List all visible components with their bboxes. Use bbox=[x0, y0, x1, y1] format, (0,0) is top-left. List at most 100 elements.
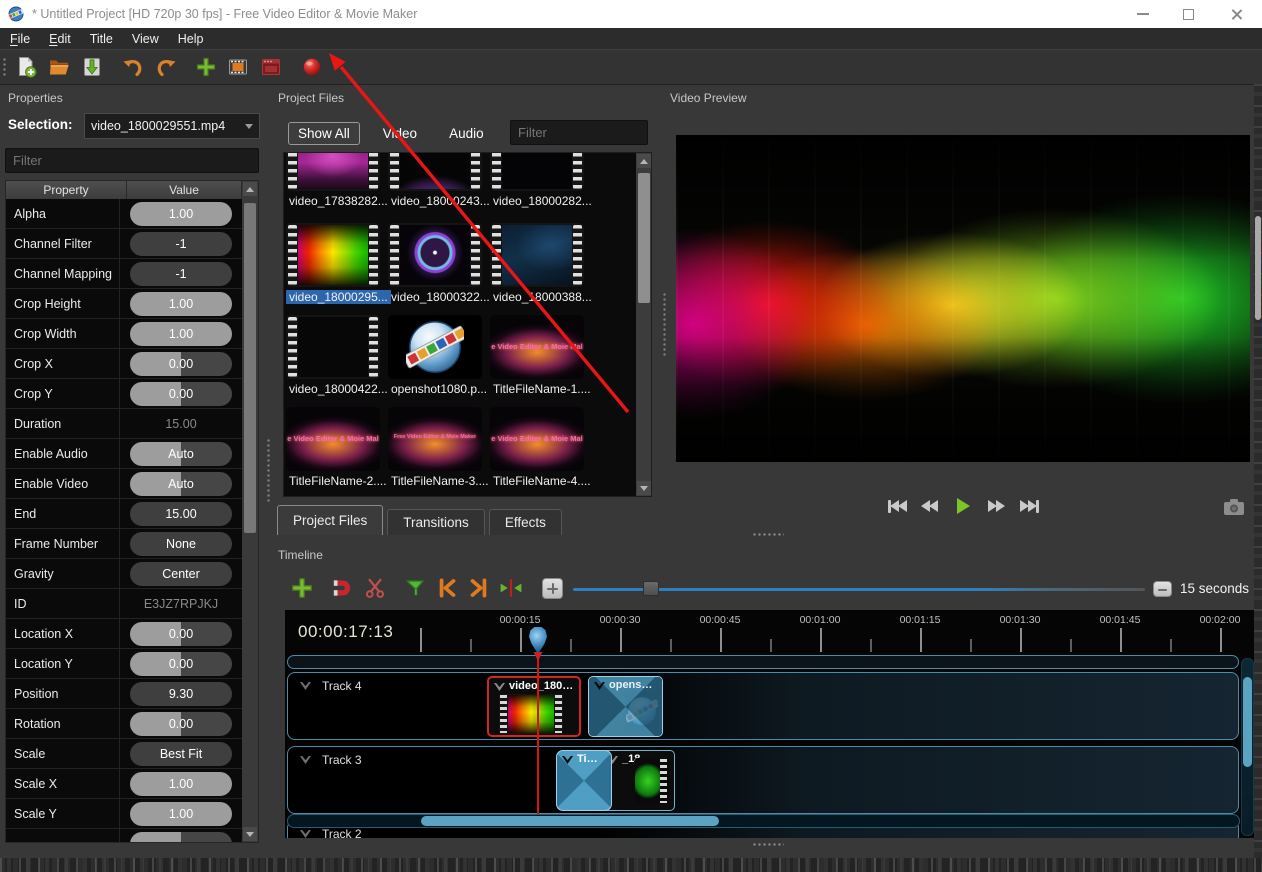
filter-video-button[interactable]: Video bbox=[374, 123, 426, 144]
property-value-pill[interactable]: 0.00 bbox=[130, 622, 232, 646]
property-value-cell[interactable]: 0.00 bbox=[120, 349, 242, 378]
zoom-out-button[interactable] bbox=[1153, 581, 1172, 597]
export-video-button[interactable] bbox=[258, 54, 284, 80]
property-value-cell[interactable]: 0.00 bbox=[120, 709, 242, 738]
property-value-cell[interactable]: 1.00 bbox=[120, 199, 242, 228]
selection-dropdown[interactable]: video_1800029551.mp4 bbox=[84, 113, 260, 139]
file-item[interactable]: video_18000422... bbox=[286, 315, 382, 396]
file-item[interactable]: Free Video Editor & Moie MakerTitleFileN… bbox=[388, 407, 484, 488]
column-header-property[interactable]: Property bbox=[6, 181, 127, 199]
clip-opens[interactable]: opens… bbox=[588, 676, 663, 737]
property-value-cell[interactable]: Best Fit bbox=[120, 739, 242, 768]
scroll-down-icon[interactable] bbox=[243, 827, 257, 841]
add-marker-button[interactable] bbox=[403, 576, 427, 600]
file-item[interactable]: e Video Editor & Moie MalTitleFileName-2… bbox=[286, 407, 382, 488]
scroll-up-icon[interactable] bbox=[243, 182, 257, 196]
property-value-cell[interactable]: 15.00 bbox=[120, 499, 242, 528]
close-button[interactable] bbox=[1220, 0, 1252, 28]
file-item[interactable]: video_18000322... bbox=[388, 223, 484, 304]
property-value-pill[interactable]: 0.00 bbox=[130, 352, 232, 376]
import-files-button[interactable] bbox=[193, 54, 219, 80]
property-value-cell[interactable]: E3JZ7RPJKJ bbox=[120, 589, 242, 618]
timeline-vertical-scrollbar[interactable] bbox=[1241, 658, 1254, 836]
properties-scrollbar[interactable] bbox=[242, 181, 258, 842]
property-value-pill[interactable]: None bbox=[130, 532, 232, 556]
razor-button[interactable] bbox=[363, 576, 387, 600]
clip-ti[interactable]: Ti… bbox=[556, 750, 612, 811]
files-scrollbar[interactable] bbox=[636, 153, 651, 496]
file-item[interactable]: video_17838282... bbox=[286, 152, 382, 208]
property-value-cell[interactable]: 9.30 bbox=[120, 679, 242, 708]
undo-button[interactable] bbox=[120, 54, 146, 80]
camera-icon[interactable] bbox=[1222, 497, 1246, 517]
property-value-cell[interactable] bbox=[120, 829, 242, 842]
property-value-pill[interactable]: 15.00 bbox=[130, 502, 232, 526]
property-value-cell[interactable]: 1.00 bbox=[120, 289, 242, 318]
property-value-cell[interactable]: Auto bbox=[120, 469, 242, 498]
property-value-cell[interactable]: 15.00 bbox=[120, 409, 242, 438]
scrollbar-thumb[interactable] bbox=[244, 203, 256, 533]
chevron-down-icon[interactable] bbox=[300, 756, 311, 764]
property-value-pill[interactable]: -1 bbox=[130, 262, 232, 286]
property-value-pill[interactable]: Best Fit bbox=[130, 742, 232, 766]
scrollbar-thumb[interactable] bbox=[638, 173, 650, 303]
record-button[interactable] bbox=[299, 54, 325, 80]
property-value-cell[interactable]: Center bbox=[120, 559, 242, 588]
property-value-pill[interactable]: 0.00 bbox=[130, 382, 232, 406]
save-project-button[interactable] bbox=[79, 54, 105, 80]
filter-audio-button[interactable]: Audio bbox=[440, 123, 493, 144]
menu-help[interactable]: Help bbox=[178, 32, 204, 46]
properties-filter-input[interactable] bbox=[5, 148, 259, 173]
playhead-marker[interactable] bbox=[529, 627, 547, 654]
property-value-pill[interactable]: Auto bbox=[130, 472, 232, 496]
menu-edit[interactable]: Edit bbox=[49, 32, 71, 46]
jump-to-end-button[interactable] bbox=[1016, 496, 1042, 516]
fast-forward-button[interactable] bbox=[983, 496, 1009, 516]
files-filter-input[interactable] bbox=[510, 120, 648, 145]
splitter-handle[interactable] bbox=[662, 292, 667, 356]
scroll-down-icon[interactable] bbox=[637, 481, 651, 495]
clip-video180[interactable]: video_180… bbox=[487, 676, 581, 737]
play-button[interactable] bbox=[950, 496, 976, 516]
property-value-pill[interactable] bbox=[130, 832, 232, 843]
previous-marker-button[interactable] bbox=[435, 576, 459, 600]
chevron-down-icon[interactable] bbox=[300, 830, 311, 838]
minimize-button[interactable] bbox=[1127, 0, 1159, 28]
redo-button[interactable] bbox=[153, 54, 179, 80]
menu-file[interactable]: File bbox=[10, 32, 30, 46]
timeline-horizontal-scrollbar[interactable] bbox=[287, 814, 1240, 828]
property-value-pill[interactable]: 1.00 bbox=[130, 802, 232, 826]
property-value-cell[interactable]: 0.00 bbox=[120, 379, 242, 408]
property-value-pill[interactable]: 9.30 bbox=[130, 682, 232, 706]
snapping-button[interactable] bbox=[330, 576, 354, 600]
toolbar-drag-handle[interactable] bbox=[2, 57, 7, 77]
property-value-pill[interactable]: Center bbox=[130, 562, 232, 586]
zoom-slider-handle[interactable] bbox=[643, 581, 659, 596]
zoom-in-button[interactable] bbox=[542, 578, 563, 599]
property-value-pill[interactable]: 1.00 bbox=[130, 292, 232, 316]
menu-title[interactable]: Title bbox=[90, 32, 113, 46]
file-item[interactable]: e Video Editor & Moie MalTitleFileName-4… bbox=[490, 407, 586, 488]
tab-transitions[interactable]: Transitions bbox=[387, 509, 485, 535]
open-project-button[interactable] bbox=[46, 54, 72, 80]
tab-effects[interactable]: Effects bbox=[489, 509, 562, 535]
file-item[interactable]: CORSAIRvideo_18000243... bbox=[388, 152, 484, 208]
maximize-button[interactable] bbox=[1172, 0, 1204, 28]
new-project-button[interactable] bbox=[13, 54, 39, 80]
property-value-pill[interactable]: 1.00 bbox=[130, 772, 232, 796]
property-value-pill[interactable]: 1.00 bbox=[130, 202, 232, 226]
property-value-cell[interactable]: 1.00 bbox=[120, 769, 242, 798]
splitter-handle[interactable] bbox=[752, 842, 784, 847]
property-value-pill[interactable]: Auto bbox=[130, 442, 232, 466]
property-value-cell[interactable]: -1 bbox=[120, 259, 242, 288]
file-item[interactable]: e Video Editor & Moie MalTitleFileName-1… bbox=[490, 315, 586, 396]
scrollbar-thumb[interactable] bbox=[421, 816, 719, 826]
file-item[interactable]: video_18000388... bbox=[490, 223, 586, 304]
filter-show-all-button[interactable]: Show All bbox=[288, 122, 360, 145]
property-value-pill[interactable]: 1.00 bbox=[130, 322, 232, 346]
property-value-cell[interactable]: 0.00 bbox=[120, 649, 242, 678]
property-value-cell[interactable]: -1 bbox=[120, 229, 242, 258]
property-value-pill[interactable]: 0.00 bbox=[130, 652, 232, 676]
scrollbar-thumb[interactable] bbox=[1243, 677, 1252, 767]
video-preview-screen[interactable] bbox=[676, 135, 1250, 462]
